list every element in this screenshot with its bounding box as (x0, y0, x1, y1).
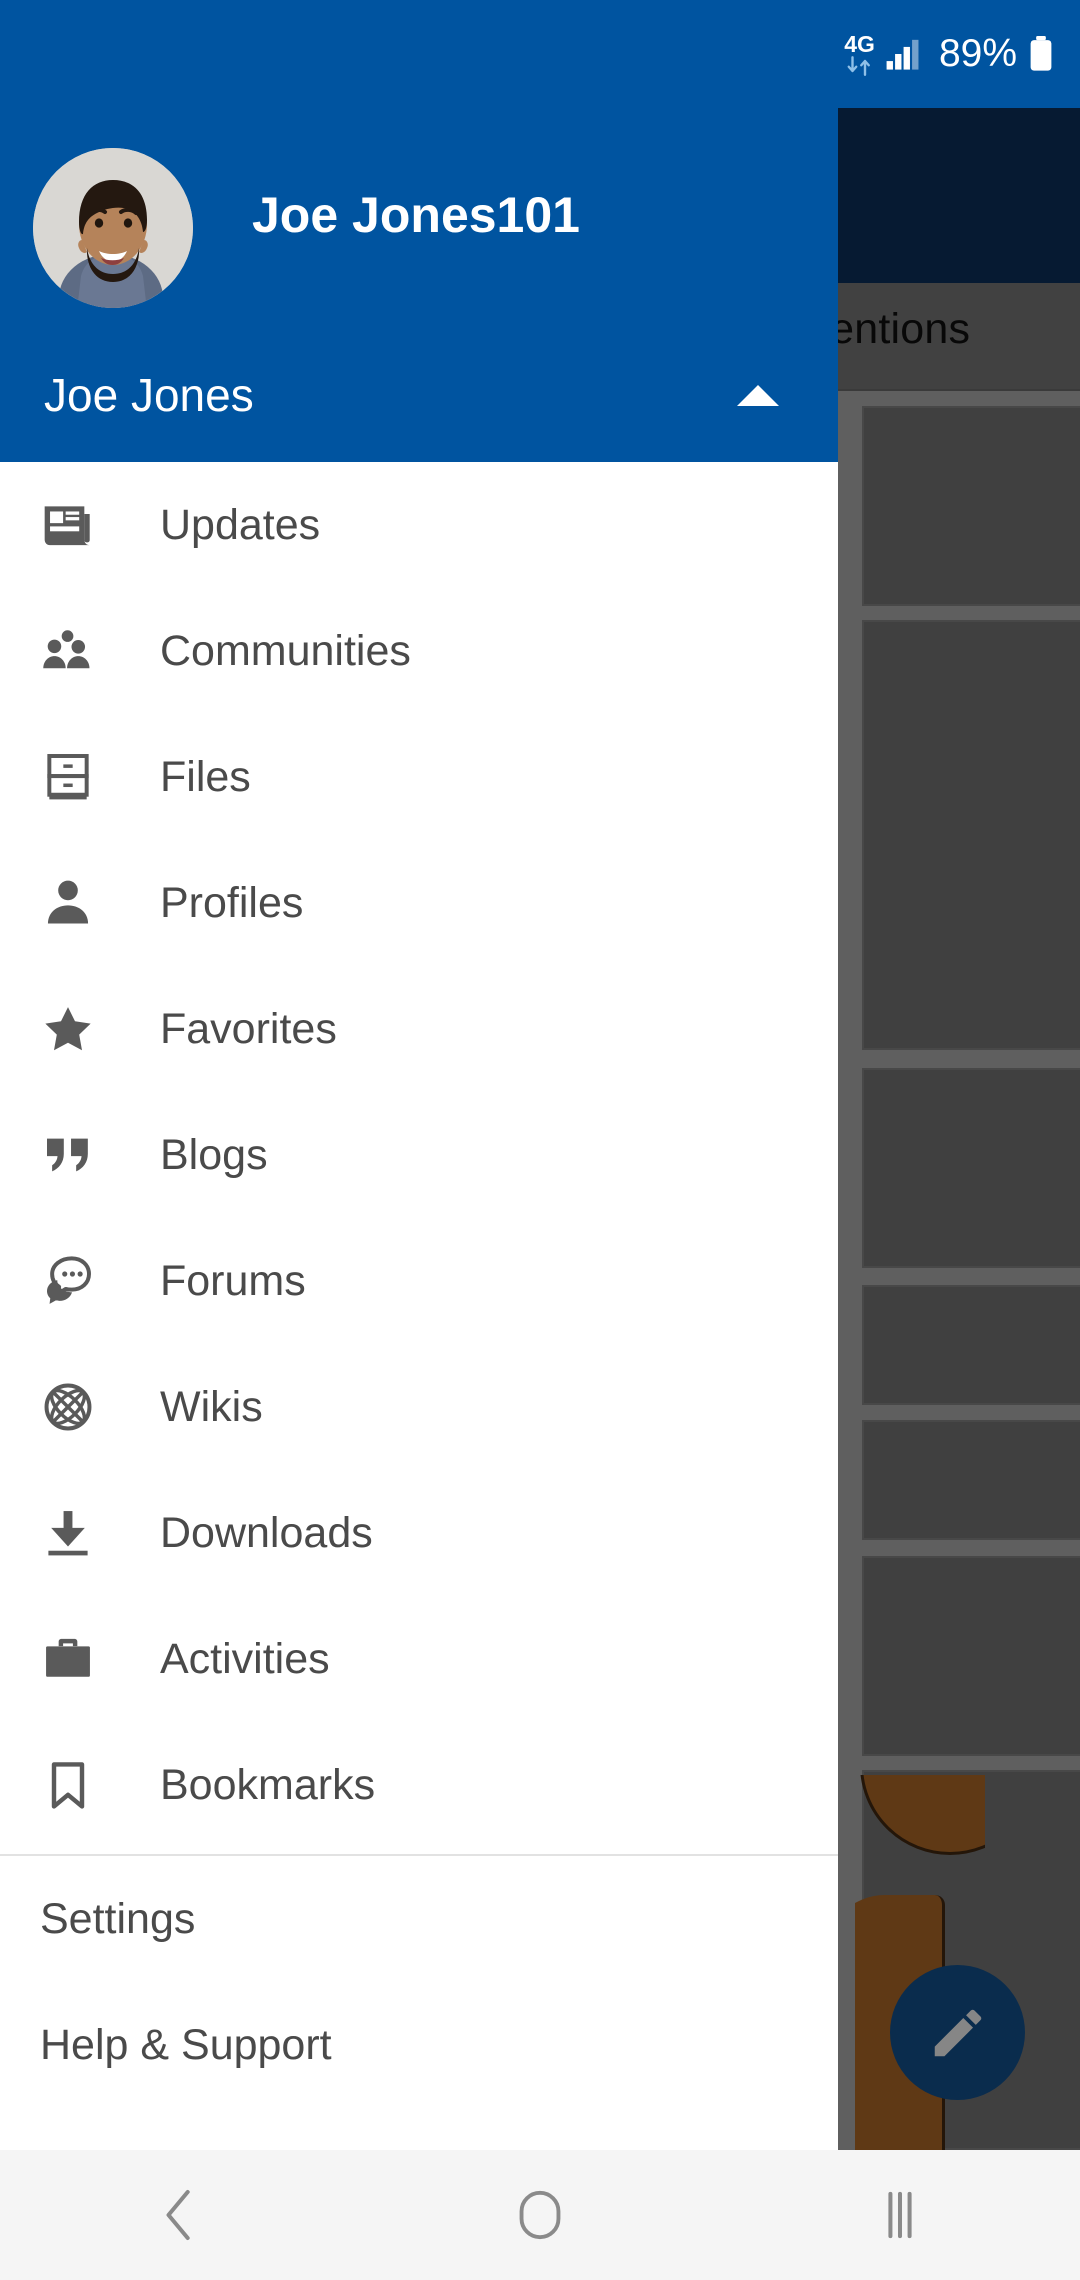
back-chevron-icon (166, 2189, 190, 2241)
user-photo-avatar (33, 148, 193, 308)
recents-button[interactable] (720, 2150, 1080, 2280)
star-icon (36, 997, 100, 1061)
sidebar-item-help-support[interactable]: Help & Support (0, 1982, 838, 2108)
background-card (862, 1068, 1080, 1268)
sidebar-item-label: Activities (160, 1634, 330, 1683)
briefcase-icon (36, 1627, 100, 1691)
background-card (862, 1420, 1080, 1540)
people-group-icon (36, 619, 100, 683)
sidebar-item-label: Wikis (160, 1382, 263, 1431)
recents-bars-icon (888, 2191, 912, 2239)
home-circle-icon (519, 2190, 561, 2240)
sidebar-item-settings[interactable]: Settings (0, 1856, 838, 1982)
home-button[interactable] (360, 2150, 720, 2280)
sidebar-item-blogs[interactable]: Blogs (0, 1092, 838, 1218)
chevron-up-icon[interactable] (730, 367, 786, 423)
user-name-label: Joe Jones (44, 369, 254, 421)
globe-grid-icon (36, 1375, 100, 1439)
drawer-header: Joe Jones101 Joe Jones (0, 0, 838, 462)
sidebar-item-downloads[interactable]: Downloads (0, 1470, 838, 1596)
sidebar-item-updates[interactable]: Updates (0, 462, 838, 588)
sidebar-item-files[interactable]: Files (0, 714, 838, 840)
sidebar-item-label: Communities (160, 626, 411, 675)
avatar[interactable] (33, 148, 193, 308)
download-icon (36, 1501, 100, 1565)
compose-fab[interactable] (890, 1965, 1025, 2100)
battery-icon (1030, 36, 1052, 71)
sidebar-item-label: Downloads (160, 1508, 373, 1557)
bookmark-icon (36, 1753, 100, 1817)
sidebar-item-bookmarks[interactable]: Bookmarks (0, 1722, 838, 1848)
signal-sim2-icon (886, 39, 919, 70)
back-button[interactable] (0, 2150, 360, 2280)
drawer-menu-list: Updates Communities Files Profiles Favor… (0, 462, 838, 2150)
navigation-drawer: Joe Jones101 Joe Jones Updates Communiti… (0, 0, 838, 2150)
battery-percent-label: 89% (938, 32, 1017, 75)
sidebar-item-label: Blogs (160, 1130, 268, 1179)
sidebar-item-label: Files (160, 752, 251, 801)
sidebar-item-label: Help & Support (40, 2020, 332, 2069)
user-switcher-row[interactable]: Joe Jones (0, 352, 838, 438)
background-card (862, 1285, 1080, 1405)
background-card (862, 620, 1080, 1050)
pencil-edit-icon (934, 2009, 981, 2056)
sidebar-item-label: Profiles (160, 878, 304, 927)
sidebar-item-label: Bookmarks (160, 1760, 376, 1809)
account-name: Joe Jones101 (252, 187, 580, 243)
quote-icon (36, 1123, 100, 1187)
phone-screen: oMentions 20:49 (0, 0, 1080, 2280)
background-card (862, 1556, 1080, 1756)
file-cabinet-icon (36, 745, 100, 809)
sidebar-item-profiles[interactable]: Profiles (0, 840, 838, 966)
background-card (862, 406, 1080, 606)
sidebar-item-label: Settings (40, 1894, 196, 1943)
sidebar-item-forums[interactable]: Forums (0, 1218, 838, 1344)
sidebar-item-label: Favorites (160, 1004, 337, 1053)
person-icon (36, 871, 100, 935)
newspaper-icon (36, 493, 100, 557)
4g-data-icon: 4G (844, 32, 875, 76)
system-nav-bar (0, 2150, 1080, 2280)
sidebar-item-label: Forums (160, 1256, 306, 1305)
data-arrows-icon (847, 55, 870, 76)
sidebar-item-favorites[interactable]: Favorites (0, 966, 838, 1092)
sidebar-item-activities[interactable]: Activities (0, 1596, 838, 1722)
chat-bubbles-icon (36, 1249, 100, 1313)
sidebar-item-wikis[interactable]: Wikis (0, 1344, 838, 1470)
sidebar-item-communities[interactable]: Communities (0, 588, 838, 714)
sidebar-item-label: Updates (160, 500, 321, 549)
